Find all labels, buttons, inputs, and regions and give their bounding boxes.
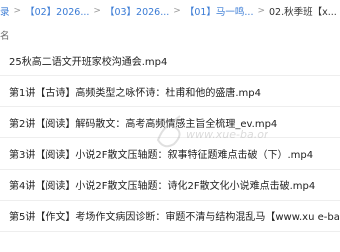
file-row[interactable]: 第2讲【阅读】解码散文：高考高频情感主旨全梳理_ev.mp4: [0, 107, 340, 139]
file-name: 25秋高二语文开班家校沟通会.mp4: [9, 57, 168, 68]
breadcrumb-separator: >: [13, 6, 22, 16]
breadcrumb-item-root[interactable]: 录: [0, 4, 10, 18]
breadcrumb-item-03-2026[interactable]: 【03】2026...: [105, 4, 169, 18]
file-row[interactable]: 25秋高二语文开班家校沟通会.mp4: [0, 46, 340, 76]
file-browser: 录 > 【02】2026... > 【03】2026... > 【01】马一鸣.…: [0, 0, 340, 252]
breadcrumb-item-current-folder: 02.秋季班【x...: [269, 7, 337, 18]
breadcrumb-item-02-2026[interactable]: 【02】2026...: [25, 4, 89, 18]
file-row[interactable]: 第4讲【阅读】小说2F散文压轴题：诗化2F散文化小说难点击破.mp4: [0, 170, 340, 201]
column-header-name[interactable]: 名: [0, 26, 10, 44]
file-name: 第3讲【阅读】小说2F散文压轴题：叙事特征题难点击破（下）.mp4: [9, 149, 314, 161]
file-name: 第2讲【阅读】解码散文：高考高频情感主旨全梳理_ev.mp4: [9, 118, 278, 130]
file-name: 第5讲【作文】考场作文病因诊断：审题不清与结构混乱马【www.xu e-ba. …: [9, 212, 340, 224]
file-name: 第4讲【阅读】小说2F散文压轴题：诗化2F散文化小说难点击破.mp4: [9, 181, 316, 193]
breadcrumb-separator: >: [173, 6, 181, 16]
breadcrumb-separator: >: [257, 6, 266, 16]
file-row[interactable]: 第3讲【阅读】小说2F散文压轴题：叙事特征题难点击破（下）.mp4: [0, 138, 340, 170]
file-row[interactable]: 第5讲【作文】考场作文病因诊断：审题不清与结构混乱马【www.xu e-ba. …: [0, 201, 340, 232]
file-list: 25秋高二语文开班家校沟通会.mp4 第1讲【古诗】高频类型之咏怀诗：杜甫和他的…: [0, 46, 340, 232]
file-name: 第1讲【古诗】高频类型之咏怀诗：杜甫和他的盛唐.mp4: [9, 87, 261, 99]
column-header-label: 名: [0, 31, 10, 42]
breadcrumb-item-01-ma-yiming[interactable]: 【01】马一鸣...: [185, 4, 254, 18]
breadcrumb-separator: >: [93, 6, 101, 16]
file-row[interactable]: 第1讲【古诗】高频类型之咏怀诗：杜甫和他的盛唐.mp4: [0, 76, 340, 108]
breadcrumb: 录 > 【02】2026... > 【03】2026... > 【01】马一鸣.…: [0, 0, 340, 22]
